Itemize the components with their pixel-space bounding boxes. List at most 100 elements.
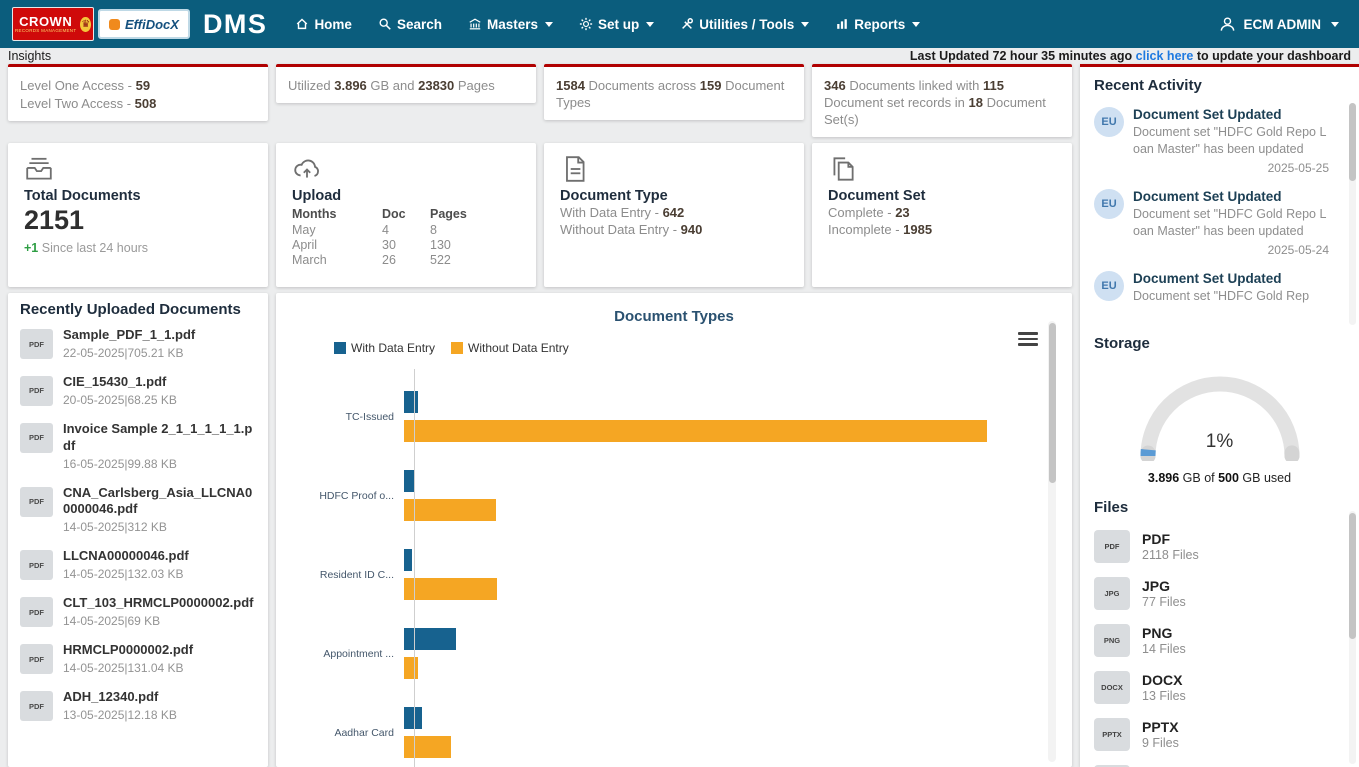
document-list-item[interactable]: PDF HRMCLP0000002.pdf 14-05-2025|131.04 KB xyxy=(20,634,256,681)
nav-item-search[interactable]: Search xyxy=(378,17,442,32)
nav-item-label: Home xyxy=(314,16,352,32)
chart-category-row: Appointment ... xyxy=(288,614,1060,693)
text-segment: With Data Entry - xyxy=(560,205,663,220)
nav-item-home[interactable]: Home xyxy=(295,17,352,32)
avatar: EU xyxy=(1094,271,1124,301)
chart-bar[interactable] xyxy=(404,707,422,729)
file-type-row[interactable]: DOCX DOCX 13 Files xyxy=(1094,664,1345,711)
main-content: Level One Access - 59 Level Two Access - … xyxy=(8,64,1072,767)
chevron-down-icon xyxy=(1331,21,1339,27)
chart-axis-line xyxy=(414,369,415,767)
document-set-line: Complete - 23 xyxy=(828,205,1056,221)
document-type-card: Document Type With Data Entry - 642 Witho… xyxy=(544,143,804,287)
nav-item-label: Reports xyxy=(854,16,906,32)
nav-item-label: Search xyxy=(396,16,442,32)
upload-cell: 30 xyxy=(382,238,396,252)
last-updated-suffix: to update your dashboard xyxy=(1193,49,1351,63)
document-meta: 14-05-2025|69 KB xyxy=(63,614,161,629)
document-list-item[interactable]: PDF CIE_15430_1.pdf 20-05-2025|68.25 KB xyxy=(20,366,256,413)
legend-item[interactable]: With Data Entry xyxy=(334,341,435,355)
file-ext-icon: DOCX xyxy=(1094,671,1130,704)
activity-scrollbar[interactable] xyxy=(1349,103,1356,325)
crown-emblem-icon: ♛ xyxy=(80,16,91,32)
activity-text: Document set "HDFC Gold Rep xyxy=(1133,289,1310,303)
chart-bar[interactable] xyxy=(404,628,456,650)
activity-item[interactable]: EU Document Set Updated Document set "HDFC… xyxy=(1094,267,1345,319)
nav-item-reports[interactable]: Reports xyxy=(835,16,921,32)
text-segment: 23830 xyxy=(418,78,455,93)
chart-bar[interactable] xyxy=(404,549,412,571)
document-list-item[interactable]: PDF LLCNA00000046.pdf 14-05-2025|132.03 KB xyxy=(20,540,256,587)
upload-col-header: Months xyxy=(292,207,337,221)
document-type-lines: With Data Entry - 642 Without Data Entry … xyxy=(560,205,788,238)
update-dashboard-link[interactable]: click here xyxy=(1136,49,1194,63)
text-segment: 1985 xyxy=(903,222,933,237)
file-type-name: DOCX xyxy=(1142,672,1183,688)
upload-cell: 26 xyxy=(382,253,396,267)
file-type-name: PNG xyxy=(1142,625,1173,641)
text-segment: Incomplete - xyxy=(828,222,904,237)
chart-menu-icon[interactable] xyxy=(1018,329,1038,349)
document-list-item[interactable]: PDF CLT_103_HRMCLP0000002.pdf 14-05-2025|6… xyxy=(20,587,256,634)
file-type-row[interactable]: PPTX PPTX 9 Files xyxy=(1094,711,1345,758)
crown-logo-text: CROWN RECORDS MANAGEMENT xyxy=(15,15,76,34)
text-segment: 115 xyxy=(982,78,1004,93)
file-type-row[interactable]: MP4MP4 xyxy=(1094,758,1345,767)
nav-item-label: Set up xyxy=(598,16,640,32)
activity-item[interactable]: EU Document Set Updated Document set "HDFC… xyxy=(1094,103,1345,185)
file-type-row[interactable]: PDF PDF 2118 Files xyxy=(1094,523,1345,570)
chart-bar[interactable] xyxy=(404,499,496,521)
text-segment: Utilized xyxy=(288,78,335,93)
text-segment: 642 xyxy=(662,205,685,220)
chart-bar[interactable] xyxy=(404,736,451,758)
document-meta: 14-05-2025|132.03 KB xyxy=(63,567,184,582)
total-documents-title: Total Documents xyxy=(24,188,141,204)
scrollbar-thumb[interactable] xyxy=(1048,323,1056,483)
scrollbar-thumb[interactable] xyxy=(1349,513,1356,639)
chart-plot: TC-Issued HDFC Proof o... Resident ID C...… xyxy=(288,369,1060,767)
upload-col-header: Pages xyxy=(430,207,467,221)
document-type-line: Without Data Entry - 940 xyxy=(560,222,788,238)
crown-logo[interactable]: CROWN RECORDS MANAGEMENT ♛ xyxy=(12,7,94,41)
chart-bar[interactable] xyxy=(404,391,418,413)
nav-item-setup[interactable]: Set up xyxy=(579,16,655,32)
nav-item-tools[interactable]: Utilities / Tools xyxy=(680,17,810,32)
pdf-file-icon: PDF xyxy=(20,550,53,581)
recently-uploaded-panel: Recently Uploaded Documents PDF Sample_PD… xyxy=(8,293,268,767)
file-type-count: 77 Files xyxy=(1142,595,1186,609)
chart-bar[interactable] xyxy=(404,470,414,492)
effidocx-mark-icon xyxy=(109,18,120,30)
user-label: ECM ADMIN xyxy=(1243,16,1322,32)
file-type-row[interactable]: JPG JPG 77 Files xyxy=(1094,570,1345,617)
activity-date: 2025-05-24 xyxy=(1267,243,1329,257)
document-list-item[interactable]: PDF CNA_Carlsberg_Asia_LLCNA00000046.pdf 1… xyxy=(20,477,256,541)
activity-item[interactable]: EU Document Set Updated Document set "HDFC… xyxy=(1094,185,1345,267)
chart-bar[interactable] xyxy=(404,420,987,442)
chevron-down-icon xyxy=(646,21,655,27)
document-meta: 14-05-2025|131.04 KB xyxy=(63,661,184,676)
effidocx-logo[interactable]: EffiDocX xyxy=(98,9,190,39)
user-menu[interactable]: ECM ADMIN xyxy=(1219,16,1348,33)
document-list-item[interactable]: PDF Sample_PDF_1_1.pdf 22-05-2025|705.21 K… xyxy=(20,319,256,366)
recently-uploaded-list: PDF Sample_PDF_1_1.pdf 22-05-2025|705.21 K… xyxy=(20,319,256,728)
chart-bar[interactable] xyxy=(404,657,418,679)
document-type-title: Document Type xyxy=(560,188,668,204)
activity-title: Document Set Updated xyxy=(1133,271,1282,286)
document-list-item[interactable]: PDF ADH_12340.pdf 13-05-2025|12.18 KB xyxy=(20,681,256,728)
activity-title: Document Set Updated xyxy=(1133,107,1282,122)
document-list-item[interactable]: PDF Invoice Sample 2_1_1_1_1_1.pdf 16-05-2… xyxy=(20,413,256,477)
total-documents-card: Total Documents 2151 +1 Since last 24 ho… xyxy=(8,143,268,287)
legend-item[interactable]: Without Data Entry xyxy=(451,341,569,355)
scrollbar-thumb[interactable] xyxy=(1349,103,1356,181)
recent-activity-list: EU Document Set Updated Document set "HDFC… xyxy=(1094,103,1345,325)
chart-bar[interactable] xyxy=(404,578,497,600)
recent-activity-title: Recent Activity xyxy=(1094,77,1202,94)
nav-item-masters[interactable]: Masters xyxy=(468,17,554,32)
text-segment: 346 xyxy=(824,78,846,93)
file-type-row[interactable]: PNG PNG 14 Files xyxy=(1094,617,1345,664)
files-scrollbar[interactable] xyxy=(1349,511,1356,764)
avatar: EU xyxy=(1094,107,1124,137)
file-type-count: 2118 Files xyxy=(1142,548,1199,562)
chart-scrollbar[interactable] xyxy=(1048,321,1056,762)
legend-label: With Data Entry xyxy=(351,341,436,355)
